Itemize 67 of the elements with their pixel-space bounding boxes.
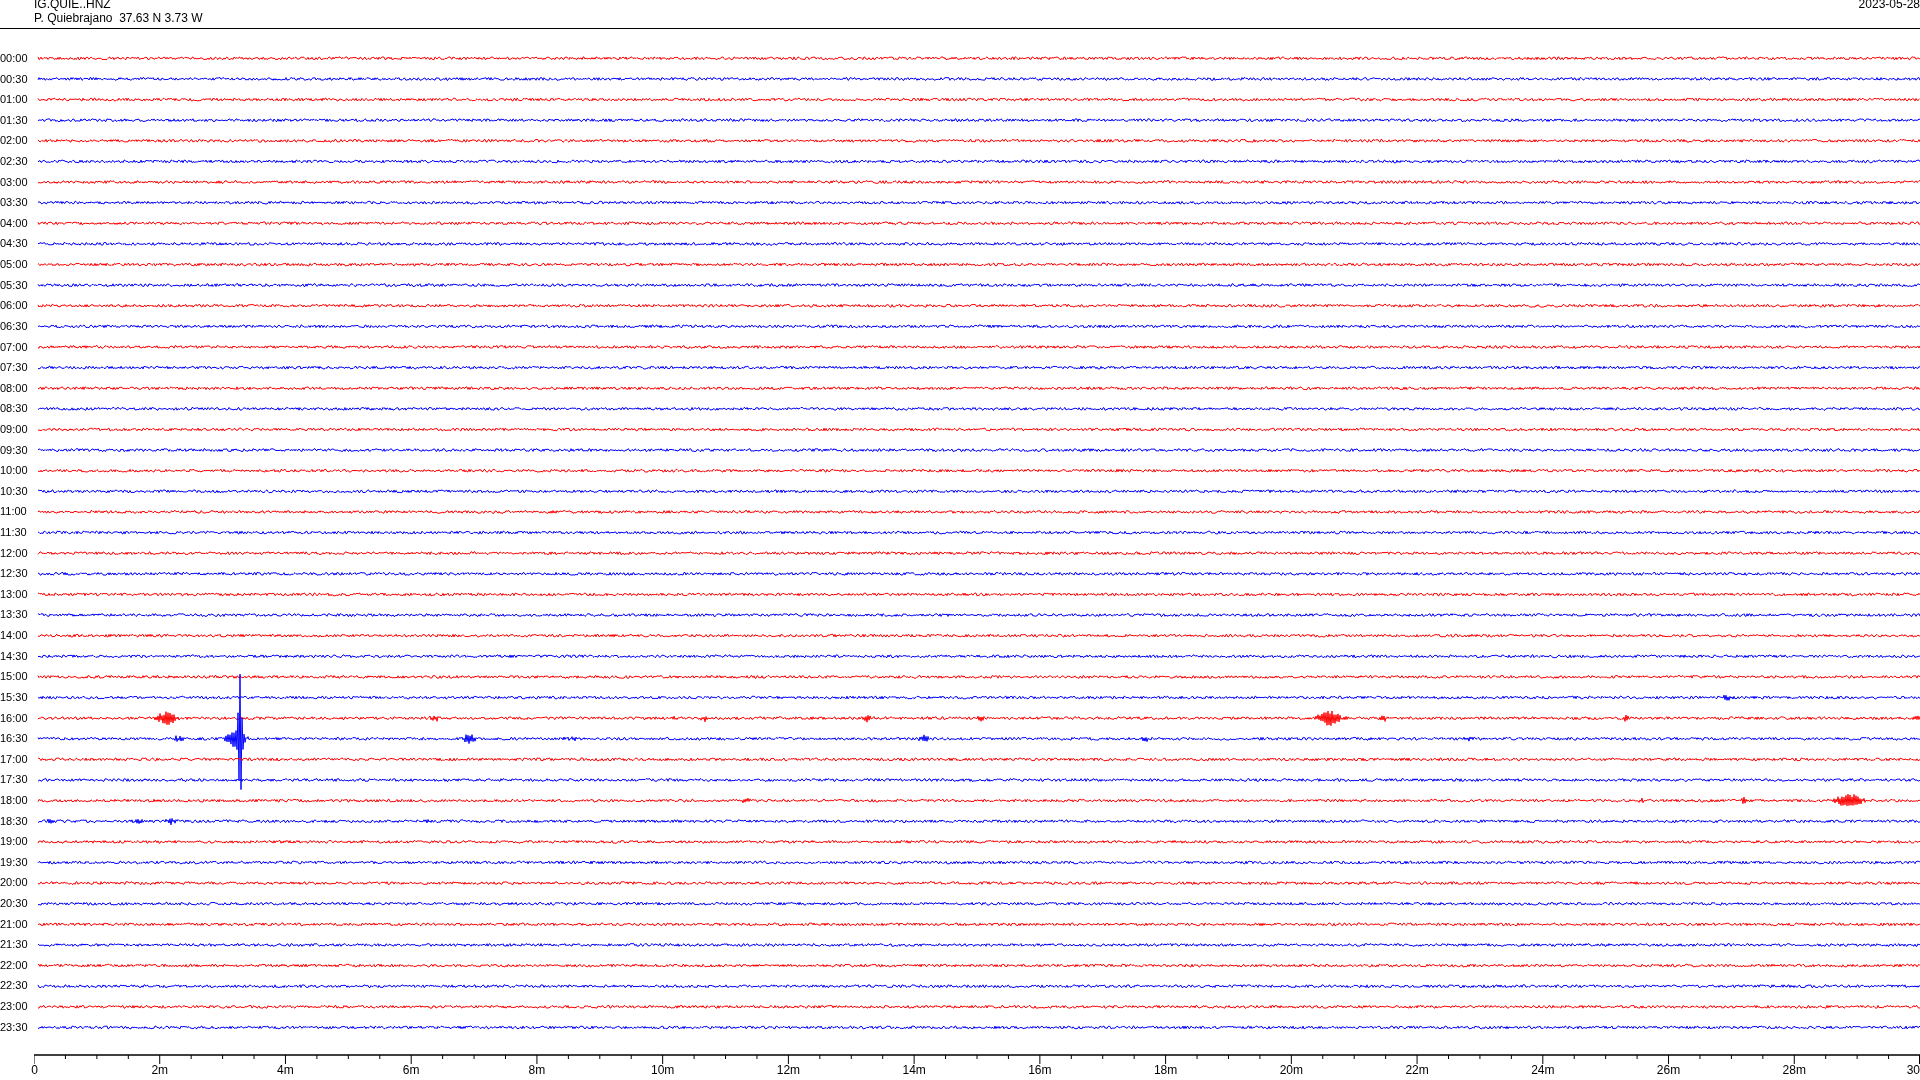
hour-label: 19:00 bbox=[0, 834, 29, 850]
time-tick-label: 24m bbox=[1531, 1063, 1555, 1077]
hour-label: 06:00 bbox=[0, 298, 29, 314]
hour-label: 22:00 bbox=[0, 957, 29, 973]
hour-label: 00:00 bbox=[0, 51, 29, 66]
hour-label: 03:30 bbox=[0, 195, 29, 211]
hour-label: 09:00 bbox=[0, 421, 29, 437]
hour-label: 06:30 bbox=[0, 318, 29, 334]
time-tick-label: 8m bbox=[528, 1063, 546, 1077]
hour-label: 16:00 bbox=[0, 710, 29, 726]
hour-label: 19:30 bbox=[0, 854, 29, 870]
hour-label: 12:30 bbox=[0, 566, 29, 582]
time-tick-label: 26m bbox=[1656, 1063, 1681, 1077]
time-tick-label: 22m bbox=[1405, 1063, 1429, 1077]
hour-label: 15:30 bbox=[0, 689, 29, 705]
hour-label: 20:00 bbox=[0, 875, 29, 891]
hour-label: 11:30 bbox=[0, 525, 28, 540]
time-tick-label: 16m bbox=[1028, 1063, 1052, 1077]
hour-label: 13:30 bbox=[0, 607, 29, 623]
hour-label: 20:30 bbox=[0, 896, 29, 911]
time-tick-label: 18m bbox=[1153, 1063, 1178, 1077]
hour-label: 18:30 bbox=[0, 813, 29, 829]
hour-label: 04:30 bbox=[0, 236, 29, 252]
hour-label: 02:00 bbox=[0, 133, 29, 149]
time-tick-label: 2m bbox=[151, 1063, 169, 1077]
hour-label: 23:00 bbox=[0, 999, 29, 1015]
hour-label: 04:00 bbox=[0, 215, 29, 231]
plot-date: 2023-05-28 bbox=[1858, 0, 1920, 13]
hour-label: 13:00 bbox=[0, 586, 29, 602]
time-tick-label: 0 bbox=[31, 1063, 38, 1077]
hour-label: 23:30 bbox=[0, 1019, 29, 1035]
hour-label: 22:30 bbox=[0, 978, 29, 994]
time-tick-label: 30 bbox=[1906, 1063, 1920, 1077]
time-tick-label: 4m bbox=[277, 1063, 294, 1077]
hour-label: 03:00 bbox=[0, 174, 29, 190]
hour-label: 14:30 bbox=[0, 648, 29, 664]
hour-label: 02:30 bbox=[0, 154, 29, 170]
time-tick-label: 20m bbox=[1279, 1063, 1303, 1077]
hour-label: 11:00 bbox=[0, 504, 28, 520]
channel-code: IG.QUIE..HNZ bbox=[34, 0, 112, 11]
time-tick-label: 14m bbox=[902, 1063, 926, 1077]
station-info: P. Quiebrajano 37.63 N 3.73 W bbox=[34, 11, 203, 25]
hour-label: 09:30 bbox=[0, 442, 29, 458]
hour-label: 07:30 bbox=[0, 360, 29, 376]
hour-label: 10:00 bbox=[0, 463, 29, 479]
time-tick-label: 6m bbox=[402, 1063, 420, 1077]
hour-label: 08:00 bbox=[0, 380, 29, 396]
hour-label: 12:00 bbox=[0, 545, 29, 561]
hour-label: 15:00 bbox=[0, 669, 29, 685]
hour-label: 08:30 bbox=[0, 401, 29, 417]
hour-label: 14:00 bbox=[0, 628, 29, 644]
hour-label: 01:30 bbox=[0, 112, 29, 128]
hour-label: 05:00 bbox=[0, 257, 29, 273]
hour-label: 21:00 bbox=[0, 916, 29, 932]
hour-label: 00:30 bbox=[0, 71, 29, 87]
hour-label: 01:00 bbox=[0, 92, 29, 108]
hour-label: 10:30 bbox=[0, 483, 29, 499]
time-tick-label: 28m bbox=[1782, 1063, 1806, 1077]
hour-label: 07:00 bbox=[0, 339, 29, 355]
hour-label: 16:30 bbox=[0, 731, 29, 747]
hour-label: 17:00 bbox=[0, 751, 29, 767]
hour-label: 17:30 bbox=[0, 772, 29, 788]
hour-label: 05:30 bbox=[0, 277, 29, 293]
hour-label: 18:00 bbox=[0, 792, 29, 808]
hour-label: 21:30 bbox=[0, 937, 29, 953]
time-tick-label: 12m bbox=[776, 1063, 801, 1077]
time-tick-label: 10m bbox=[651, 1063, 675, 1077]
